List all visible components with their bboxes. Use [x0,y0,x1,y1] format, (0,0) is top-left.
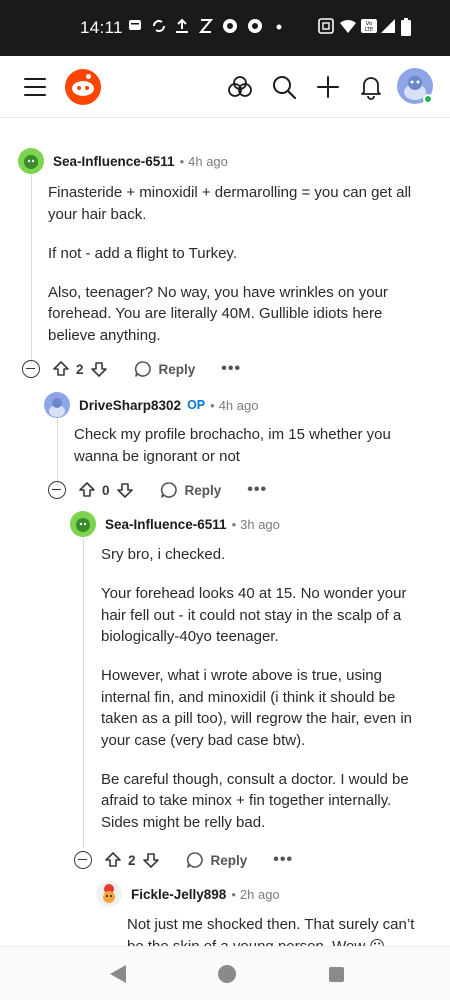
comment-paragraph: Not just me shocked then. That surely ca… [127,916,415,946]
reddit-logo[interactable] [65,69,101,105]
comment-time: 4h ago [218,397,259,413]
comment-paragraph: Be careful though, consult a doctor. I w… [101,770,409,831]
more-options-icon[interactable]: ••• [273,852,293,868]
comment-header: Sea-Influence-6511 • 3h ago [70,511,280,537]
chrome-icon [222,18,238,39]
reply-button[interactable]: Reply [160,481,221,499]
collapse-icon[interactable] [22,360,40,378]
status-time: 14:11 [80,18,123,37]
comment-paragraph: Your forehead looks 40 at 15. No wonder … [101,585,407,645]
upvote-icon[interactable] [52,360,70,378]
more-options-icon[interactable]: ••• [247,482,267,498]
collapse-icon[interactable] [74,851,92,869]
vote-count: 2 [76,361,84,377]
create-post-icon[interactable] [315,74,341,100]
comment-paragraph: Sry bro, i checked. [101,546,226,563]
upload-icon [175,18,189,39]
volte-icon: Vo LTE [361,18,377,39]
comment-paragraph: Check my profile brochacho, im 15 whethe… [74,426,391,465]
comment-thread: Sea-Influence-6511 • 4h ago Finasteride … [0,118,450,946]
upvote-icon[interactable] [78,481,96,499]
comment-paragraph: However, what i wrote above is true, usi… [101,667,412,749]
online-status-dot [423,94,433,104]
thread-line [83,538,84,848]
vote-count: 0 [102,482,110,498]
downvote-icon[interactable] [90,360,108,378]
comment-header: DriveSharp8302 OP • 4h ago [44,392,258,418]
chrome-icon [247,18,263,39]
user-avatar-icon[interactable] [44,392,70,418]
search-icon[interactable] [271,74,297,100]
wifi-icon [339,18,357,39]
notifications-icon[interactable] [358,74,384,100]
comment-username[interactable]: DriveSharp8302 [79,398,181,413]
comment-time: 3h ago [240,516,280,532]
sync-icon [151,18,167,39]
user-avatar-icon[interactable] [96,881,122,907]
comment-actions: 2 Reply ••• [22,356,241,382]
comment-header: Fickle-Jelly898 • 2h ago [96,881,280,907]
status-bar: 14:11 Vo LTE [0,0,450,56]
user-avatar-icon[interactable] [18,148,44,174]
upvote-icon[interactable] [104,851,122,869]
signal-icon [380,18,396,39]
comment-paragraph: Also, teenager? No way, you have wrinkle… [48,283,388,344]
notification-icon [128,18,142,37]
thread-line [57,416,58,486]
app-header [0,56,450,118]
reply-icon [160,482,177,498]
communities-icon[interactable] [227,74,253,100]
comment-body: Finasteride + minoxidil + dermarolling =… [48,182,433,364]
reply-icon [186,852,203,868]
user-avatar-icon[interactable] [70,511,96,537]
home-icon[interactable] [218,965,236,983]
collapse-icon[interactable] [48,481,66,499]
back-icon[interactable] [110,965,126,983]
nfc-icon [318,18,334,39]
comment-username[interactable]: Fickle-Jelly898 [131,887,226,902]
downvote-icon[interactable] [116,481,134,499]
x-icon [198,18,214,39]
reply-icon [134,361,151,377]
menu-icon[interactable] [24,78,46,96]
downvote-icon[interactable] [142,851,160,869]
more-options-icon[interactable]: ••• [221,361,241,377]
battery-icon [401,18,411,41]
comment-paragraph: If not - add a flight to Turkey. [48,244,237,262]
comment-body: Check my profile brochacho, im 15 whethe… [74,424,429,485]
thread-line [31,174,32,364]
comment-time: 2h ago [239,886,280,902]
recent-apps-icon[interactable] [329,967,344,982]
comment-header: Sea-Influence-6511 • 4h ago [18,148,228,174]
comment-body: Sry bro, i checked. Your forehead looks … [101,544,431,851]
system-navigation-bar [0,946,450,1000]
comment-paragraph: Finasteride + minoxidil + dermarolling =… [48,184,412,223]
comment-body: Not just me shocked then. That surely ca… [127,914,427,946]
reply-button[interactable]: Reply [186,851,247,869]
vote-count: 2 [128,852,136,868]
reply-button[interactable]: Reply [134,360,195,378]
op-badge: OP [187,398,206,412]
svg-text:LTE: LTE [365,27,373,33]
comment-username[interactable]: Sea-Influence-6511 [53,154,175,169]
comment-actions: 2 Reply ••• [74,847,293,873]
comment-actions: 0 Reply ••• [48,477,267,503]
dot-icon [276,18,282,39]
comment-username[interactable]: Sea-Influence-6511 [105,517,227,532]
comment-time: 4h ago [188,153,228,169]
